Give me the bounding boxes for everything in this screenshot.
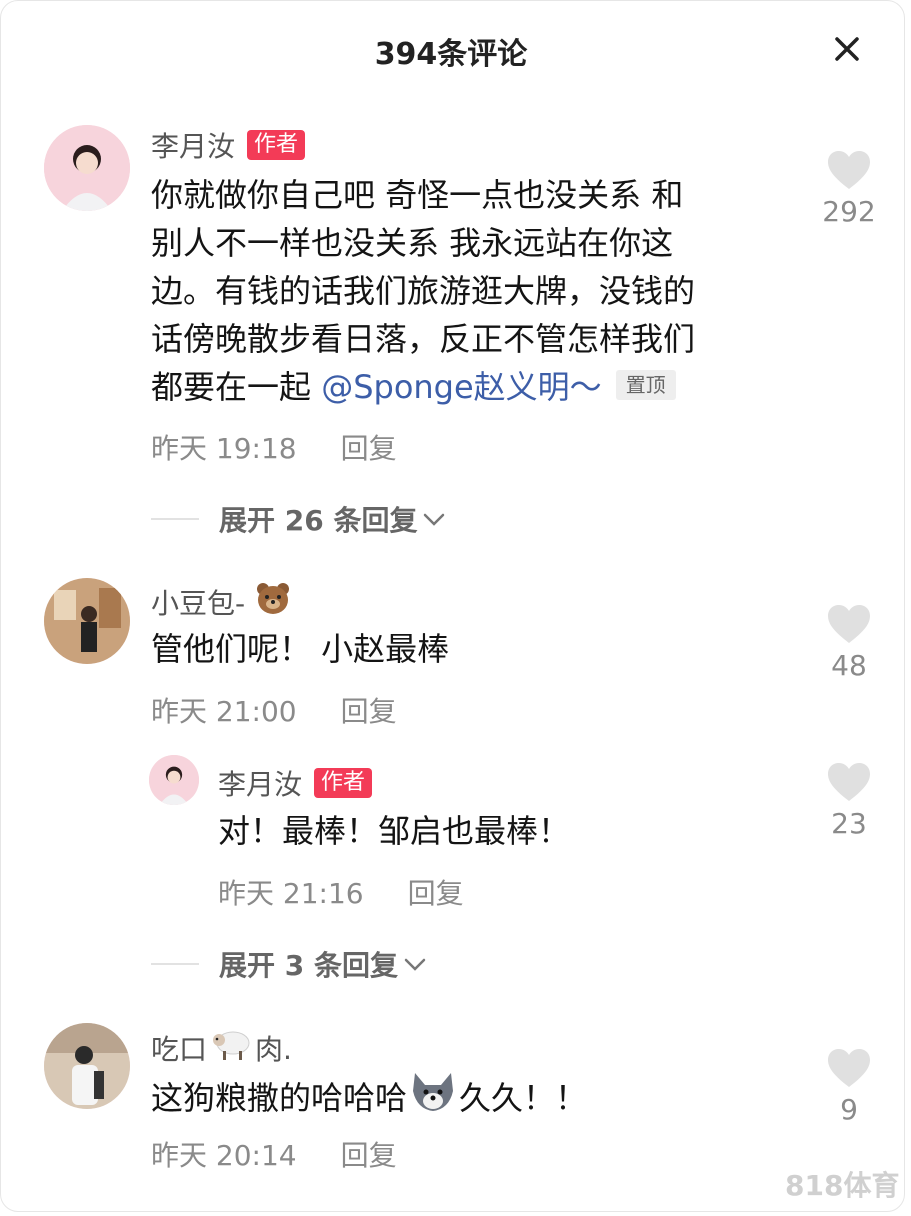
reply-text: 对！最棒！邹启也最棒！ — [218, 812, 571, 850]
chevron-down-icon — [404, 958, 426, 971]
avatar[interactable] — [44, 125, 130, 211]
reply-button[interactable]: 回复 — [341, 1139, 397, 1172]
heart-icon — [828, 1049, 870, 1087]
reply-nickname[interactable]: 李月汝 作者 — [218, 763, 373, 803]
like-button[interactable]: 9 — [809, 1047, 889, 1126]
nickname-text: 李月汝 — [218, 768, 303, 801]
chevron-down-icon — [424, 513, 445, 526]
heart-icon — [828, 151, 870, 189]
reply-button[interactable]: 回复 — [408, 877, 464, 910]
heart-icon — [828, 605, 870, 643]
reply-time: 昨天 21:16 — [218, 877, 364, 910]
like-button[interactable]: 292 — [809, 149, 889, 228]
reply-meta: 昨天 21:16 回复 — [218, 872, 464, 912]
bear-emoji-icon — [255, 581, 291, 622]
pinned-badge: 置顶 — [615, 370, 676, 400]
expand-replies-button[interactable]: 展开 26 条回复 — [151, 499, 447, 539]
comments-count-title: 394条评论 — [374, 37, 528, 72]
comment-line: 话傍晚散步看日落，反正不管怎样我们 — [151, 320, 696, 358]
comment-nickname[interactable]: 吃口 肉. — [151, 1027, 292, 1068]
reply-button[interactable]: 回复 — [341, 695, 397, 728]
comment-line: 边。有钱的话我们旅游逛大牌，没钱的 — [151, 272, 696, 310]
comment-text: 这狗粮撒的哈哈哈 久久！！ — [151, 1069, 801, 1126]
close-icon[interactable] — [829, 31, 865, 67]
divider-line — [151, 963, 199, 965]
comment-text: 管他们呢！ 小赵最棒 — [151, 630, 450, 668]
comment-text-suffix: 久久！！ — [459, 1078, 588, 1117]
comment-meta: 昨天 20:14 回复 — [151, 1134, 397, 1174]
avatar[interactable] — [44, 1023, 130, 1109]
comment-time: 昨天 20:14 — [151, 1139, 297, 1172]
nickname-prefix: 吃口 — [151, 1032, 208, 1066]
like-count: 9 — [840, 1093, 858, 1126]
comment-line: 你就做你自己吧 奇怪一点也没关系 和 — [151, 176, 684, 214]
comment-text-prefix: 这狗粮撒的哈哈哈 — [151, 1078, 408, 1117]
wolf-emoji-icon — [409, 1069, 457, 1126]
like-count: 48 — [831, 649, 867, 682]
reply-button[interactable]: 回复 — [341, 432, 397, 465]
avatar[interactable] — [149, 755, 199, 805]
like-count: 23 — [831, 807, 867, 840]
nickname-text: 小豆包- — [151, 586, 246, 620]
comment-nickname[interactable]: 小豆包- — [151, 581, 291, 622]
comment-line: 别人不一样也没关系 我永远站在你这 — [151, 224, 674, 262]
comment-text: 你就做你自己吧 奇怪一点也没关系 和 别人不一样也没关系 我永远站在你这 边。有… — [151, 171, 801, 411]
comment-line: 都要在一起 @Sponge赵义明～ 置顶 — [151, 363, 801, 411]
author-badge: 作者 — [314, 768, 373, 798]
mention-link[interactable]: @Sponge赵义明～ — [321, 368, 602, 406]
avatar[interactable] — [44, 578, 130, 664]
divider-line — [151, 518, 199, 520]
expand-replies-label: 展开 3 条回复 — [219, 949, 398, 982]
like-count: 292 — [822, 195, 876, 228]
like-button[interactable]: 23 — [809, 761, 889, 840]
comment-time: 昨天 21:00 — [151, 695, 297, 728]
nickname-suffix: 肉. — [255, 1032, 292, 1066]
comment-nickname[interactable]: 李月汝 作者 — [151, 125, 306, 165]
comment-line-text: 都要在一起 — [151, 368, 322, 406]
like-button[interactable]: 48 — [809, 603, 889, 682]
comment-meta: 昨天 19:18 回复 — [151, 427, 397, 467]
nickname-text: 李月汝 — [151, 130, 236, 163]
comment-time: 昨天 19:18 — [151, 432, 297, 465]
comment-meta: 昨天 21:00 回复 — [151, 690, 397, 730]
expand-replies-label: 展开 26 条回复 — [219, 504, 418, 537]
heart-icon — [828, 763, 870, 801]
sheep-emoji-icon — [209, 1027, 253, 1068]
expand-replies-button[interactable]: 展开 3 条回复 — [151, 944, 428, 984]
watermark: 818体育 — [785, 1169, 900, 1202]
author-badge: 作者 — [247, 130, 306, 160]
comments-sheet: 394条评论 李月汝 作者 你就做你自己吧 奇怪一点也没关系 和 别人不一样也没… — [0, 0, 905, 1212]
